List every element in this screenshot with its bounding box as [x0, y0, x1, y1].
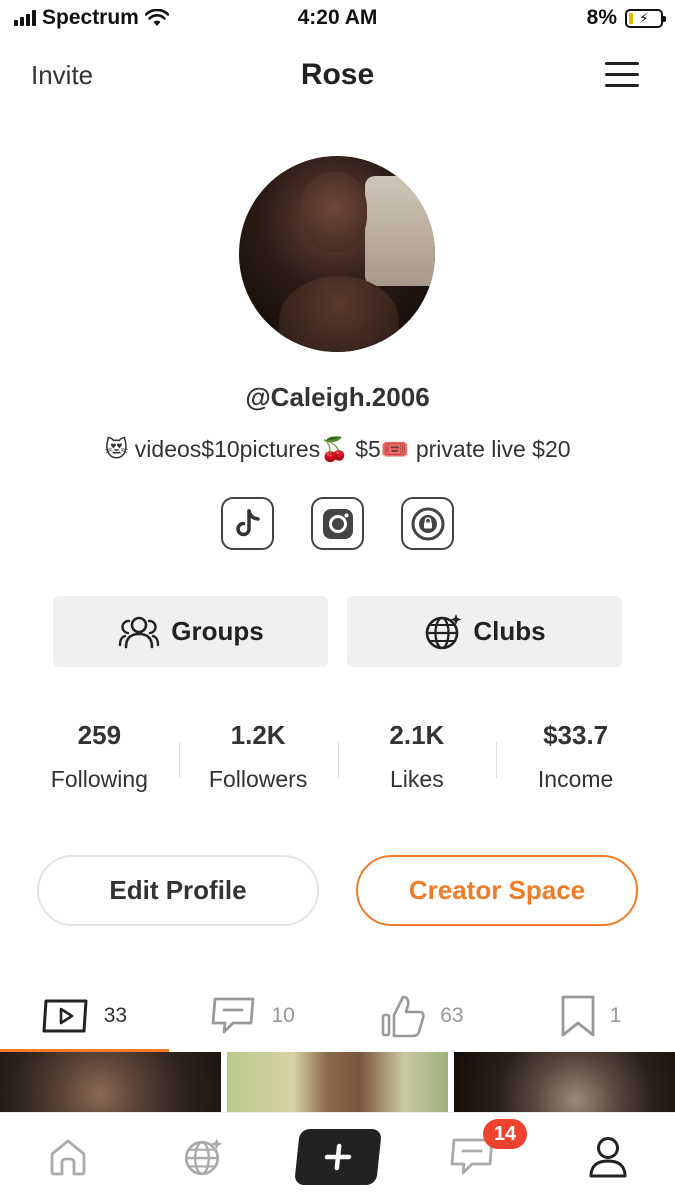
battery-percent: 8% [586, 6, 617, 29]
comment-icon [212, 997, 255, 1034]
nav-messages[interactable]: 14 [405, 1113, 540, 1200]
battery-icon: ⚡ [625, 8, 666, 28]
stat-label: Income [537, 766, 614, 792]
content-tabs: 33 10 63 1 [0, 980, 675, 1052]
social-links [0, 497, 675, 550]
bookmark-icon [561, 995, 595, 1037]
groups-label: Groups [171, 616, 264, 646]
video-thumbnail[interactable] [227, 1052, 448, 1112]
groups-button[interactable]: Groups [53, 596, 328, 667]
tab-count: 33 [103, 1004, 128, 1027]
messages-badge: 14 [483, 1119, 527, 1149]
stat-label: Following [50, 766, 148, 792]
invite-button[interactable]: Invite [31, 60, 93, 91]
stat-value: 1.2K [230, 720, 286, 750]
menu-icon[interactable] [605, 60, 639, 90]
onlyfans-button[interactable] [401, 497, 454, 550]
bio: 😻 videos$10pictures🍒 $5🎟️ private live $… [104, 436, 571, 462]
edit-profile-button[interactable]: Edit Profile [37, 855, 319, 926]
tiktok-button[interactable] [221, 497, 274, 550]
status-bar: Spectrum 4:20 AM 8% ⚡ [0, 0, 675, 40]
username: @Caleigh.2006 [245, 382, 430, 412]
create-button[interactable] [293, 1128, 382, 1185]
video-icon [42, 999, 88, 1033]
stat-following[interactable]: 259 Following [20, 720, 179, 793]
profile-icon [589, 1136, 626, 1177]
groups-clubs-row: Groups Clubs [53, 596, 622, 667]
creator-space-button[interactable]: Creator Space [356, 855, 638, 926]
avatar[interactable] [239, 156, 435, 352]
stat-followers[interactable]: 1.2K Followers [178, 720, 338, 793]
tab-videos[interactable]: 33 [0, 980, 169, 1052]
tab-count: 10 [271, 1004, 295, 1027]
stat-value: 2.1K [389, 720, 445, 750]
clubs-button[interactable]: Clubs [347, 596, 622, 667]
stat-label: Followers [208, 766, 308, 792]
tab-comments[interactable]: 10 [169, 980, 338, 1052]
carrier-name: Spectrum [42, 6, 139, 29]
clubs-label: Clubs [473, 616, 546, 646]
nav-discover[interactable] [135, 1113, 270, 1200]
stat-value: $33.7 [543, 720, 609, 750]
status-right: 8% ⚡ [586, 6, 666, 30]
video-thumbnail[interactable] [454, 1052, 675, 1112]
onlyfans-icon [411, 507, 444, 540]
nav-home[interactable] [0, 1113, 135, 1200]
video-grid [0, 1052, 675, 1112]
signal-icon [14, 10, 36, 26]
home-icon [50, 1139, 85, 1175]
globe-icon [426, 613, 462, 649]
video-thumbnail[interactable] [0, 1052, 221, 1112]
action-buttons: Edit Profile Creator Space [37, 855, 638, 926]
tab-count: 63 [440, 1004, 464, 1027]
groups-icon [119, 616, 160, 648]
globe-icon [184, 1137, 222, 1175]
stat-label: Likes [390, 766, 444, 792]
profile-stats: 259 Following 1.2K Followers 2.1K Likes … [20, 720, 655, 793]
status-left: Spectrum [14, 6, 169, 30]
nav-profile[interactable] [540, 1113, 675, 1200]
stat-likes[interactable]: 2.1K Likes [337, 720, 497, 793]
stat-value: 259 [77, 720, 122, 750]
tiktok-icon [235, 508, 260, 536]
instagram-button[interactable] [311, 497, 364, 550]
thumbs-up-icon [381, 995, 425, 1038]
page-title: Rose [300, 58, 375, 91]
tab-likes[interactable]: 63 [338, 980, 507, 1052]
instagram-icon [322, 508, 353, 539]
tab-count: 1 [609, 1004, 622, 1027]
header: Invite Rose [0, 52, 675, 102]
plus-icon [324, 1143, 351, 1170]
tab-saved[interactable]: 1 [506, 980, 675, 1052]
bottom-nav: 14 [0, 1112, 675, 1200]
wifi-icon [144, 9, 169, 26]
stat-income[interactable]: $33.7 Income [496, 720, 655, 793]
nav-create[interactable] [270, 1113, 405, 1200]
